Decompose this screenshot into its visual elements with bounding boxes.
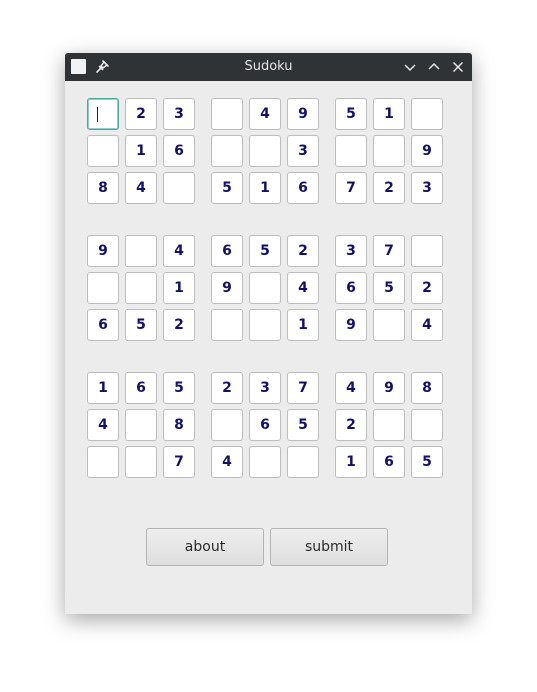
sudoku-cell-r9-c5[interactable] [249,446,281,478]
sudoku-cell-r9-c3[interactable]: 7 [163,446,195,478]
sudoku-cell-r1-c6[interactable]: 9 [287,98,319,130]
sudoku-cell-r5-c6[interactable]: 4 [287,272,319,304]
sudoku-cell-r5-c9[interactable]: 2 [411,272,443,304]
sudoku-cell-r3-c4[interactable]: 5 [211,172,243,204]
sudoku-cell-r8-c8[interactable] [373,409,405,441]
sudoku-cell-r5-c7[interactable]: 6 [335,272,367,304]
sudoku-cell-r6-c3[interactable]: 2 [163,309,195,341]
sudoku-cell-r1-c5[interactable]: 4 [249,98,281,130]
sudoku-cell-r7-c4[interactable]: 2 [211,372,243,404]
sudoku-cell-r1-c3[interactable]: 3 [163,98,195,130]
sudoku-cell-r6-c9[interactable]: 4 [411,309,443,341]
sudoku-cell-r7-c6[interactable]: 7 [287,372,319,404]
sudoku-cell-r3-c8[interactable]: 2 [373,172,405,204]
sudoku-cell-r4-c8[interactable]: 7 [373,235,405,267]
sudoku-cell-r9-c1[interactable] [87,446,119,478]
sudoku-cell-r7-c5[interactable]: 3 [249,372,281,404]
about-button[interactable]: about [146,528,264,566]
sudoku-cell-r5-c8[interactable]: 5 [373,272,405,304]
sudoku-cell-r2-c8[interactable] [373,135,405,167]
sudoku-cell-r8-c6[interactable]: 5 [287,409,319,441]
sudoku-cell-r2-c3[interactable]: 6 [163,135,195,167]
sudoku-cell-r9-c4[interactable]: 4 [211,446,243,478]
sudoku-cell-r3-c2[interactable]: 4 [125,172,157,204]
sudoku-cell-r5-c4[interactable]: 9 [211,272,243,304]
sudoku-cell-r8-c1[interactable]: 4 [87,409,119,441]
sudoku-cell-r4-c2[interactable] [125,235,157,267]
sudoku-cell-r3-c3[interactable] [163,172,195,204]
maximize-icon[interactable] [426,59,442,75]
sudoku-cell-r6-c7[interactable]: 9 [335,309,367,341]
sudoku-cell-r3-c9[interactable]: 3 [411,172,443,204]
sudoku-cell-r8-c2[interactable] [125,409,157,441]
sudoku-cell-r4-c9[interactable] [411,235,443,267]
sudoku-cell-r4-c3[interactable]: 4 [163,235,195,267]
sudoku-cell-r6-c8[interactable] [373,309,405,341]
sudoku-cell-r2-c9[interactable]: 9 [411,135,443,167]
sudoku-cell-r3-c7[interactable]: 7 [335,172,367,204]
sudoku-cell-r7-c8[interactable]: 9 [373,372,405,404]
sudoku-cell-r1-c8[interactable]: 1 [373,98,405,130]
sudoku-cell-r9-c2[interactable] [125,446,157,478]
sudoku-cell-r1-c4[interactable] [211,98,243,130]
sudoku-cell-r5-c2[interactable] [125,272,157,304]
sudoku-cell-r4-c4[interactable]: 6 [211,235,243,267]
sudoku-cell-r7-c7[interactable]: 4 [335,372,367,404]
sudoku-cell-r7-c9[interactable]: 8 [411,372,443,404]
sudoku-cell-r4-c1[interactable]: 9 [87,235,119,267]
sudoku-cell-r7-c3[interactable]: 5 [163,372,195,404]
sudoku-cell-r2-c1[interactable] [87,135,119,167]
sudoku-cell-r5-c1[interactable] [87,272,119,304]
sudoku-cell-r5-c3[interactable]: 1 [163,272,195,304]
sudoku-cell-r2-c5[interactable] [249,135,281,167]
sudoku-cell-r6-c4[interactable] [211,309,243,341]
sudoku-cell-r9-c8[interactable]: 6 [373,446,405,478]
close-icon[interactable] [450,59,466,75]
sudoku-cell-r7-c2[interactable]: 6 [125,372,157,404]
sudoku-cell-r6-c1[interactable]: 6 [87,309,119,341]
sudoku-cell-r2-c6[interactable]: 3 [287,135,319,167]
sudoku-cell-r9-c6[interactable] [287,446,319,478]
sudoku-cell-r8-c3[interactable]: 8 [163,409,195,441]
sudoku-cell-r1-c1[interactable] [87,98,119,130]
title-bar[interactable]: Sudoku [65,53,472,81]
sudoku-cell-r3-c1[interactable]: 8 [87,172,119,204]
sudoku-cell-r9-c7[interactable]: 1 [335,446,367,478]
sudoku-cell-r3-c6[interactable]: 6 [287,172,319,204]
submit-button[interactable]: submit [270,528,388,566]
sudoku-cell-r8-c4[interactable] [211,409,243,441]
sudoku-cell-r4-c6[interactable]: 2 [287,235,319,267]
sudoku-cell-r8-c9[interactable] [411,409,443,441]
sudoku-cell-r9-c9[interactable]: 5 [411,446,443,478]
sudoku-cell-r8-c5[interactable]: 6 [249,409,281,441]
sudoku-cell-r7-c1[interactable]: 1 [87,372,119,404]
sudoku-cell-r6-c2[interactable]: 5 [125,309,157,341]
sudoku-cell-r4-c7[interactable]: 3 [335,235,367,267]
sudoku-cell-r3-c5[interactable]: 1 [249,172,281,204]
minimize-icon[interactable] [402,59,418,75]
sudoku-cell-r4-c5[interactable]: 5 [249,235,281,267]
sudoku-cell-r2-c2[interactable]: 1 [125,135,157,167]
sudoku-cell-r8-c7[interactable]: 2 [335,409,367,441]
sudoku-cell-r6-c6[interactable]: 1 [287,309,319,341]
sudoku-window: Sudoku 234951163984516723946523719465265… [65,53,472,614]
sudoku-cell-r1-c9[interactable] [411,98,443,130]
sudoku-cell-r6-c5[interactable] [249,309,281,341]
sudoku-cell-r1-c2[interactable]: 2 [125,98,157,130]
text-caret [97,107,98,122]
sudoku-cell-r5-c5[interactable] [249,272,281,304]
sudoku-cell-r2-c4[interactable] [211,135,243,167]
sudoku-cell-r1-c7[interactable]: 5 [335,98,367,130]
sudoku-cell-r2-c7[interactable] [335,135,367,167]
